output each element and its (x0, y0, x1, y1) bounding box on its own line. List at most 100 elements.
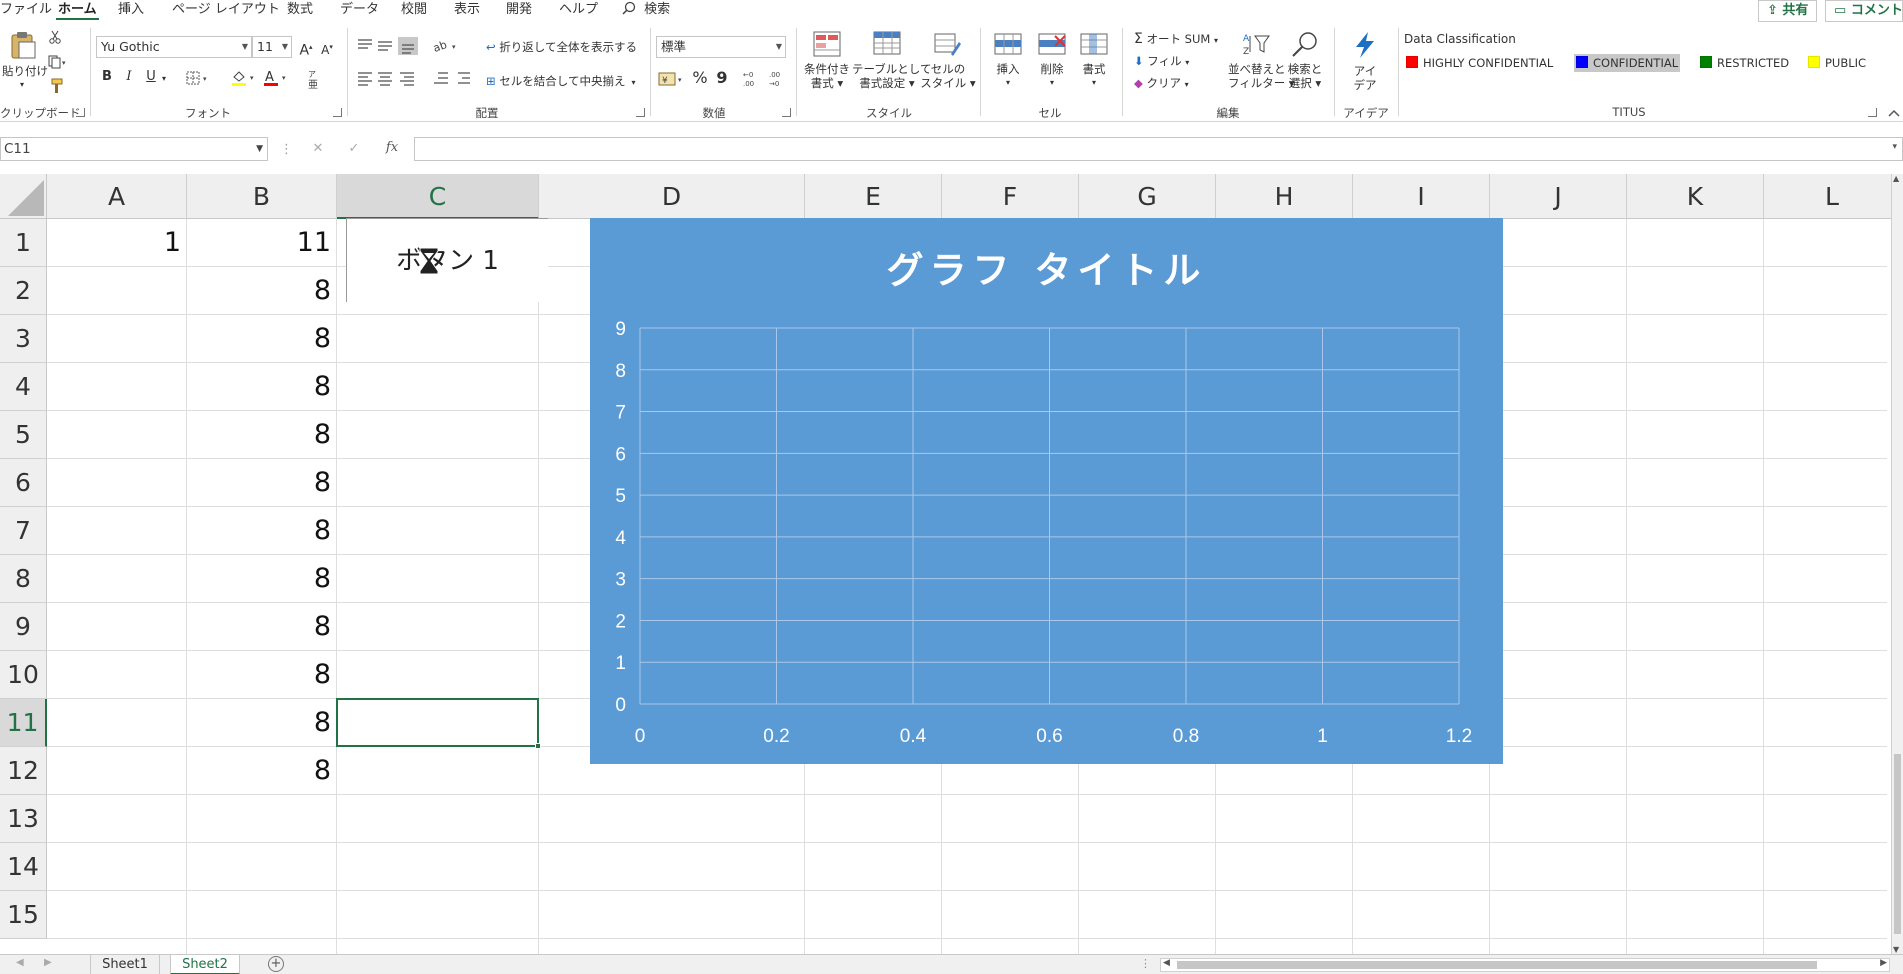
cell-b3[interactable]: 8 (187, 315, 337, 363)
insert-cells-button[interactable]: 挿入 ▾ (986, 30, 1030, 90)
row-header-12[interactable]: 12 (0, 747, 47, 795)
tab-developer[interactable]: 開発 (506, 0, 532, 22)
cell-b10[interactable]: 8 (187, 651, 337, 699)
form-button[interactable]: ボタン 1 (346, 218, 548, 302)
italic-button[interactable]: I (122, 69, 136, 85)
worksheet-grid[interactable]: ABCDEFGHIJKL 1 2 3 4 5 6 7 8 9 10 11 12 13 14 15 1 11 8 8… (0, 174, 1903, 954)
phonetic-guide-icon[interactable]: ア亜 (306, 68, 326, 90)
cell-b11[interactable]: 8 (187, 699, 337, 747)
cell-a1[interactable]: 1 (47, 219, 187, 267)
grow-font-button[interactable]: A▴ (299, 39, 313, 59)
underline-dropdown-icon[interactable]: ▾ (160, 71, 168, 87)
number-launcher-icon[interactable] (782, 108, 791, 117)
currency-format-icon[interactable]: ¥ ▾ (658, 71, 686, 87)
format-cells-button[interactable]: 書式 ▾ (1074, 30, 1114, 90)
sheet-tab-sheet1[interactable]: Sheet1 (90, 955, 160, 974)
titus-classification-3[interactable]: RESTRICTED (1698, 54, 1791, 72)
font-color-icon[interactable]: A ▾ (262, 69, 290, 87)
vertical-scroll-thumb[interactable] (1894, 754, 1901, 934)
tab-file[interactable]: ファイル (0, 0, 52, 22)
cut-icon[interactable] (48, 30, 62, 44)
fill-handle[interactable] (535, 743, 541, 749)
autosum-button[interactable]: Σ オート SUM ▾ (1134, 32, 1218, 48)
cell-b6[interactable]: 8 (187, 459, 337, 507)
row-header-15[interactable]: 15 (0, 891, 47, 939)
alignment-launcher-icon[interactable] (636, 108, 645, 117)
find-select-button[interactable]: 検索と 選択 ▾ (1282, 30, 1328, 90)
format-painter-icon[interactable] (48, 78, 64, 94)
comma-style-button[interactable]: 9 (716, 70, 728, 86)
row-header-5[interactable]: 5 (0, 411, 47, 459)
cell-b1[interactable]: 11 (187, 219, 337, 267)
row-header-13[interactable]: 13 (0, 795, 47, 843)
paste-button[interactable]: 貼り付け ▾ (2, 30, 48, 92)
horizontal-scrollbar[interactable]: ◀ ▶ (1160, 958, 1890, 972)
cell-b2[interactable]: 8 (187, 267, 337, 315)
collapse-ribbon-icon[interactable] (1888, 108, 1900, 118)
column-header-d[interactable]: D (539, 174, 805, 219)
percent-style-button[interactable]: % (692, 70, 708, 86)
column-header-a[interactable]: A (47, 174, 187, 219)
font-name-select[interactable]: Yu Gothic ▼ (96, 36, 252, 58)
titus-classification-2[interactable]: CONFIDENTIAL (1574, 54, 1681, 72)
ideas-button[interactable]: アイ デア (1340, 30, 1390, 92)
row-header-6[interactable]: 6 (0, 459, 47, 507)
borders-icon[interactable]: ▾ (186, 70, 210, 86)
scroll-left-icon[interactable]: ◀ (1163, 958, 1170, 968)
add-sheet-icon[interactable]: + (268, 956, 284, 972)
chart[interactable]: グラフ タイトル 0 1 2 3 4 5 6 7 8 9 0 0.2 0.4 0.6 0.8 1 1.2 (590, 218, 1503, 764)
chart-plot-area[interactable]: 0 1 2 3 4 5 6 7 8 9 0 0.2 0.4 0.6 0.8 1 1.2 (590, 218, 1503, 764)
row-header-1[interactable]: 1 (0, 219, 47, 267)
tab-help[interactable]: ヘルプ (559, 0, 598, 22)
cell-b8[interactable]: 8 (187, 555, 337, 603)
merge-center-button[interactable]: ⊞ セルを結合して中央揃え ▾ (486, 74, 635, 90)
cell-b7[interactable]: 8 (187, 507, 337, 555)
column-header-g[interactable]: G (1079, 174, 1216, 219)
delete-cells-button[interactable]: 削除 ▾ (1030, 30, 1074, 90)
insert-function-icon[interactable]: fx (382, 140, 402, 156)
row-header-2[interactable]: 2 (0, 267, 47, 315)
decimal-icons[interactable]: ←0.00.00→0 (742, 68, 792, 88)
scroll-up-icon[interactable]: ▲ (1893, 174, 1899, 183)
row-header-4[interactable]: 4 (0, 363, 47, 411)
underline-button[interactable]: U (144, 69, 158, 85)
bold-button[interactable]: B (100, 69, 114, 85)
tab-page-layout[interactable]: ページ レイアウト (172, 0, 280, 22)
tab-data[interactable]: データ (340, 0, 379, 22)
cancel-entry-icon[interactable]: ✕ (310, 141, 326, 157)
copy-icon[interactable]: ▾ (48, 55, 66, 69)
horizontal-align-icons[interactable] (356, 70, 420, 86)
share-button[interactable]: ⇪ 共有 (1758, 0, 1818, 22)
titus-classification-1[interactable]: HIGHLY CONFIDENTIAL (1404, 54, 1555, 72)
column-header-f[interactable]: F (942, 174, 1079, 219)
font-launcher-icon[interactable] (333, 108, 342, 117)
column-header-e[interactable]: E (805, 174, 942, 219)
shrink-font-button[interactable]: A▾ (320, 39, 334, 58)
row-header-10[interactable]: 10 (0, 651, 47, 699)
expand-formula-bar-icon[interactable]: ▾ (1892, 142, 1897, 152)
tab-formulas[interactable]: 数式 (287, 0, 313, 22)
column-header-l[interactable]: L (1764, 174, 1901, 219)
comment-button[interactable]: ▭ コメント (1825, 0, 1903, 22)
tab-review[interactable]: 校閲 (401, 0, 427, 22)
clipboard-launcher-icon[interactable] (76, 108, 85, 117)
tell-me-search[interactable]: 検索 (622, 0, 670, 22)
tab-view[interactable]: 表示 (454, 0, 480, 22)
row-header-8[interactable]: 8 (0, 555, 47, 603)
scroll-sheets-right-icon[interactable]: ▶ (44, 957, 52, 968)
tab-insert[interactable]: 挿入 (118, 0, 144, 22)
row-header-14[interactable]: 14 (0, 843, 47, 891)
vertical-align-icons[interactable] (356, 36, 420, 56)
cell-b12[interactable]: 8 (187, 747, 337, 795)
scroll-sheets-left-icon[interactable]: ◀ (16, 957, 24, 968)
row-header-3[interactable]: 3 (0, 315, 47, 363)
row-header-9[interactable]: 9 (0, 603, 47, 651)
row-header-11[interactable]: 11 (0, 699, 47, 747)
cell-b9[interactable]: 8 (187, 603, 337, 651)
column-header-h[interactable]: H (1216, 174, 1353, 219)
titus-classification-4[interactable]: PUBLIC (1806, 54, 1868, 72)
wrap-text-button[interactable]: ↩ 折り返して全体を表示する (486, 40, 637, 54)
indent-icons[interactable] (432, 70, 472, 86)
fill-color-icon[interactable]: ▾ (230, 69, 258, 87)
column-header-i[interactable]: I (1353, 174, 1490, 219)
